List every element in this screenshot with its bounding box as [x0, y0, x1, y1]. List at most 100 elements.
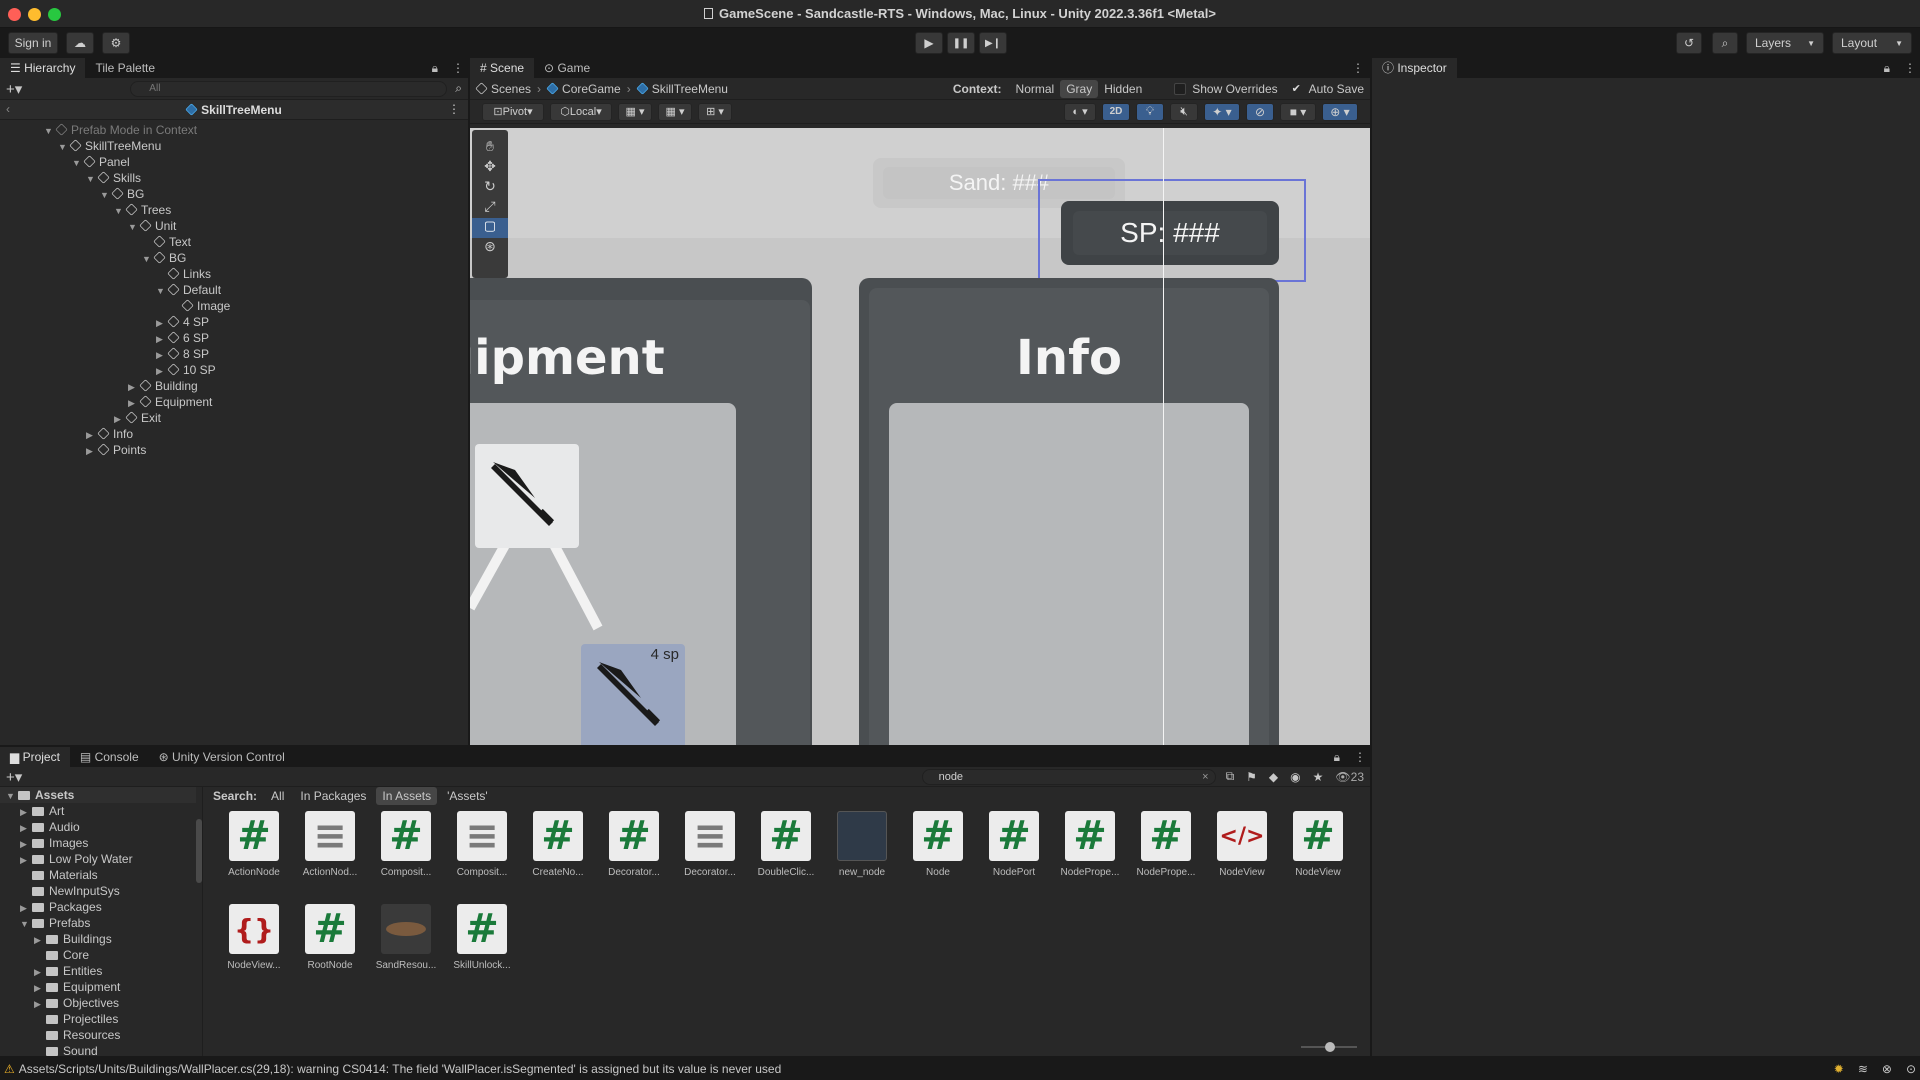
hierarchy-row[interactable]: Links	[0, 266, 211, 282]
tab-inspector[interactable]: ⓘ Inspector	[1372, 58, 1457, 78]
expand-arrow-right-icon[interactable]: ▶	[34, 964, 46, 980]
hierarchy-row[interactable]: ▼ Prefab Mode in Context	[0, 122, 197, 138]
hidden-objects-icon[interactable]: ⊘	[1246, 102, 1274, 121]
hierarchy-search-field[interactable]: All	[130, 80, 448, 97]
folder-row[interactable]: Projectiles	[0, 1011, 118, 1027]
asset-item[interactable]: # Decorator...	[599, 811, 669, 878]
audio-icon[interactable]: 🔇︎	[1170, 102, 1198, 121]
expand-arrow-right-icon[interactable]: ▶	[20, 852, 32, 868]
folder-row[interactable]: ▶ Packages	[0, 899, 102, 915]
folder-row[interactable]: ▶ Objectives	[0, 995, 119, 1011]
expand-arrow-right-icon[interactable]: ▶	[128, 379, 140, 395]
expand-arrow-down-icon[interactable]: ▼	[142, 251, 154, 267]
folder-row[interactable]: Resources	[0, 1027, 120, 1043]
folder-row[interactable]: ▶ Equipment	[0, 979, 120, 995]
expand-arrow-right-icon[interactable]: ▶	[20, 900, 32, 916]
asset-item[interactable]: # NodePrope...	[1131, 811, 1201, 878]
folder-row[interactable]: ▼ Assets	[0, 787, 196, 803]
expand-arrow-right-icon[interactable]: ▶	[156, 347, 168, 363]
tab-project[interactable]: ▆ Project	[0, 747, 70, 767]
filter-icon[interactable]: ◉	[1290, 770, 1300, 784]
asset-item[interactable]: # NodePrope...	[1055, 811, 1125, 878]
asset-item[interactable]: ≡ Composit...	[447, 811, 517, 878]
layout-dropdown[interactable]: Layout ▼	[1832, 32, 1912, 54]
status-bar[interactable]: ⚠ Assets/Scripts/Units/Buildings/WallPla…	[0, 1058, 1920, 1080]
folder-row[interactable]: ▶ Entities	[0, 963, 102, 979]
add-icon[interactable]: +▾	[6, 80, 22, 98]
cloud-icon[interactable]: ☁	[66, 32, 94, 54]
more-options-icon[interactable]: ⋮	[448, 102, 460, 116]
expand-arrow-down-icon[interactable]: ▼	[20, 916, 32, 932]
lighting-icon[interactable]: 💡︎	[1136, 102, 1164, 121]
folder-row[interactable]: ▶ Buildings	[0, 931, 112, 947]
sign-in-button[interactable]: Sign in	[8, 32, 58, 54]
hierarchy-row[interactable]: ▶ 10 SP	[0, 362, 216, 378]
hierarchy-row[interactable]: ▶ Building	[0, 378, 198, 394]
breadcrumb-coregame[interactable]: CoreGame	[546, 82, 621, 96]
skill-node-4sp[interactable]: 4 sp	[581, 644, 685, 745]
folder-row[interactable]: Materials	[0, 867, 98, 883]
auto-save-checkbox[interactable]: ✔	[1292, 83, 1304, 95]
folder-row[interactable]: ▶ Low Poly Water	[0, 851, 133, 867]
hierarchy-row[interactable]: ▶ Info	[0, 426, 133, 442]
expand-arrow-right-icon[interactable]: ▶	[128, 395, 140, 411]
grid-visibility-button[interactable]: ▦ ▾	[658, 102, 692, 121]
grid-snap-button[interactable]: ▦ ▾	[618, 102, 652, 121]
add-icon[interactable]: +▾	[6, 768, 22, 786]
toggle-2d-button[interactable]: 2D	[1102, 102, 1130, 121]
scope-all[interactable]: All	[265, 787, 290, 805]
folder-row[interactable]: NewInputSys	[0, 883, 120, 899]
project-search-field[interactable]: node ×	[921, 768, 1216, 785]
bug-icon[interactable]: ✹	[1834, 1062, 1844, 1076]
visibility-count[interactable]: 👁︎23	[1335, 770, 1364, 784]
search-by-type-icon[interactable]: ⧉	[1226, 769, 1235, 784]
hierarchy-row[interactable]: ▼ Panel	[0, 154, 130, 170]
scope-assets-folder[interactable]: 'Assets'	[441, 787, 494, 805]
hierarchy-row[interactable]: ▼ Unit	[0, 218, 176, 234]
asset-item[interactable]: # DoubleClic...	[751, 811, 821, 878]
clear-search-icon[interactable]: ×	[1202, 770, 1208, 784]
stack-icon[interactable]: ≋	[1858, 1062, 1868, 1076]
asset-item[interactable]: # SkillUnlock...	[447, 904, 517, 971]
lock-icon[interactable]: 🔒︎	[1874, 58, 1900, 78]
expand-arrow-right-icon[interactable]: ▶	[114, 411, 126, 427]
scope-in-packages[interactable]: In Packages	[294, 787, 372, 805]
expand-arrow-right-icon[interactable]: ▶	[20, 804, 32, 820]
hierarchy-row[interactable]: Text	[0, 234, 191, 250]
search-icon[interactable]: ⌕	[1712, 32, 1738, 54]
pivot-dropdown[interactable]: ⊡ Pivot ▾	[482, 102, 544, 121]
camera-icon[interactable]: ■ ▾	[1280, 102, 1316, 121]
hierarchy-row[interactable]: ▶ Equipment	[0, 394, 212, 410]
icon-size-slider[interactable]	[1301, 1042, 1357, 1052]
asset-item[interactable]: # CreateNo...	[523, 811, 593, 878]
tab-scene[interactable]: # Scene	[470, 58, 535, 78]
expand-arrow-down-icon[interactable]: ▼	[156, 283, 168, 299]
context-normal[interactable]: Normal	[1010, 80, 1061, 98]
search-options-icon[interactable]: ⌕	[455, 81, 462, 96]
hierarchy-row[interactable]: ▶ Points	[0, 442, 146, 458]
expand-arrow-down-icon[interactable]: ▼	[72, 155, 84, 171]
expand-arrow-down-icon[interactable]: ▼	[128, 219, 140, 235]
more-options-icon[interactable]: ⋮	[1900, 58, 1920, 78]
expand-arrow-right-icon[interactable]: ▶	[34, 980, 46, 996]
more-options-icon[interactable]: ⋮	[1350, 747, 1370, 767]
asset-item[interactable]: # ActionNode	[219, 811, 289, 878]
show-overrides-checkbox[interactable]	[1174, 82, 1187, 95]
favorite-icon[interactable]: ★	[1313, 770, 1324, 784]
asset-item[interactable]: ≡ Decorator...	[675, 811, 745, 878]
increment-snap-button[interactable]: ⊞ ▾	[698, 102, 732, 121]
tag-icon[interactable]: ◆	[1269, 770, 1278, 784]
more-options-icon[interactable]: ⋮	[1346, 58, 1370, 78]
hierarchy-row[interactable]: ▼ Skills	[0, 170, 141, 186]
lock-icon[interactable]: 🔒︎	[1324, 747, 1350, 767]
tab-version-control[interactable]: ⊛ Unity Version Control	[149, 747, 295, 767]
hierarchy-row[interactable]: ▼ SkillTreeMenu	[0, 138, 161, 154]
hierarchy-row[interactable]: Image	[0, 298, 230, 314]
expand-arrow-down-icon[interactable]: ▼	[6, 788, 18, 804]
asset-item[interactable]: </> NodeView	[1207, 811, 1277, 878]
expand-arrow-down-icon[interactable]: ▼	[86, 171, 98, 187]
hierarchy-row[interactable]: ▼ Default	[0, 282, 221, 298]
skill-node-default[interactable]	[475, 444, 579, 548]
expand-arrow-right-icon[interactable]: ▶	[34, 932, 46, 948]
expand-arrow-right-icon[interactable]: ▶	[34, 996, 46, 1012]
